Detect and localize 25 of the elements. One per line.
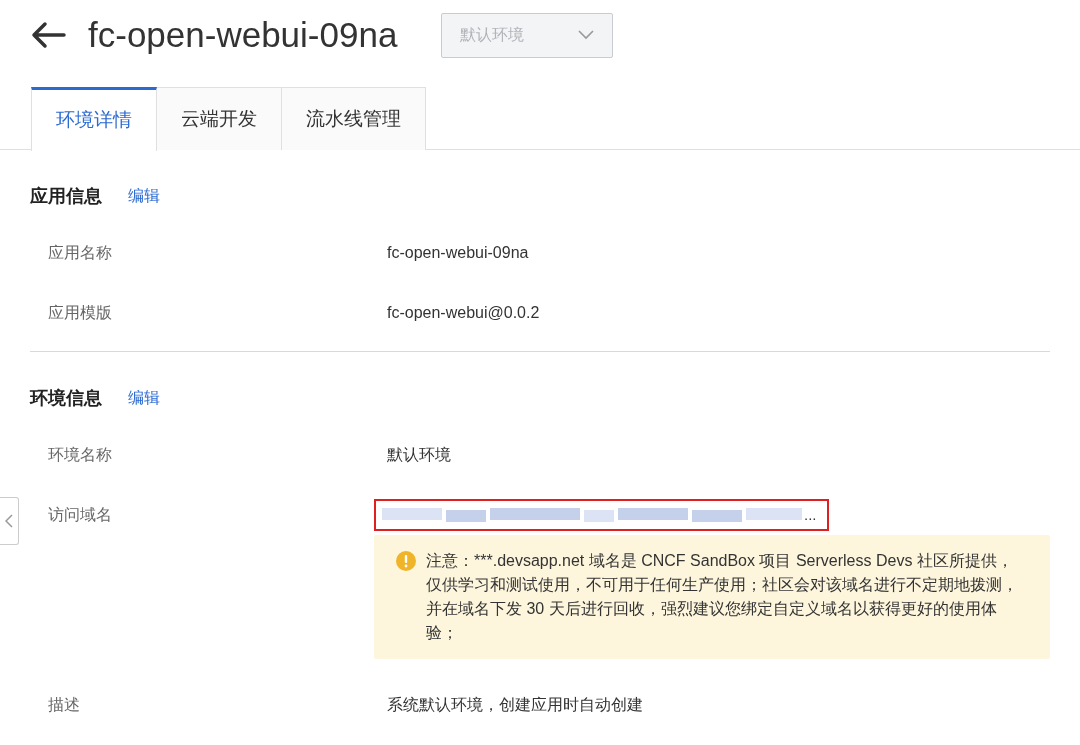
blurred-domain-icon <box>382 508 802 522</box>
field-label: 描述 <box>47 695 81 715</box>
notice-text: 注意：***.devsapp.net 域名是 CNCF SandBox 项目 Serverless Devs 社区所提供，仅供学习和测试使用，不可用于任何生产使用；社区会对该域名进行不定期地拨测，并在域名下发 30 天后进行回收，强烈建议您绑定自定义域名以获得更好的使用体验； <box>426 551 1019 643</box>
page-title: fc-open-webui-09na <box>88 13 398 56</box>
edit-link[interactable]: 编辑 <box>128 386 160 410</box>
tab[interactable]: 云端开发 <box>157 87 282 150</box>
collapse-handle[interactable] <box>0 497 19 545</box>
chevron-left-icon <box>5 514 13 528</box>
field-value: 系统默认环境，创建应用时自动创建 <box>387 695 643 715</box>
section-title: 环境信息 <box>30 386 102 410</box>
field-label: 应用模版 <box>47 303 113 323</box>
edit-link[interactable]: 编辑 <box>128 184 160 208</box>
tab[interactable]: 流水线管理 <box>282 87 426 150</box>
field-value: 默认环境 <box>387 445 451 465</box>
field-value: fc-open-webui@0.0.2 <box>387 303 540 323</box>
warning-icon <box>396 551 416 571</box>
chevron-down-icon <box>578 30 595 40</box>
domain-ellipsis: ... <box>804 504 817 525</box>
field-label: 应用名称 <box>47 243 113 263</box>
field-label: 访问域名 <box>47 505 113 525</box>
field-label: 环境名称 <box>47 445 113 465</box>
field-value: fc-open-webui-09na <box>387 243 529 263</box>
tab[interactable]: 环境详情 <box>31 87 157 151</box>
back-arrow-icon[interactable] <box>30 21 66 49</box>
section-title: 应用信息 <box>30 184 102 208</box>
